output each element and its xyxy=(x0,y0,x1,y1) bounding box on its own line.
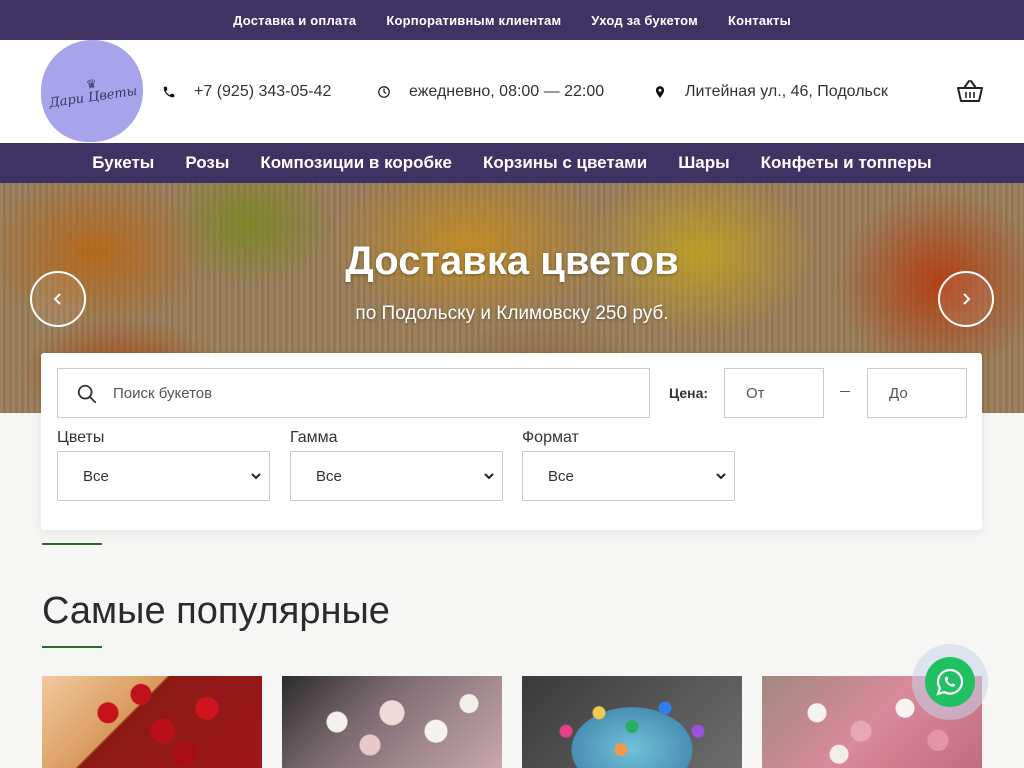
gamma-select-value: Все xyxy=(316,467,342,485)
product-card-image[interactable] xyxy=(282,676,502,768)
top-links-bar: Доставка и оплата Корпоративным клиентам… xyxy=(0,0,1024,40)
format-select-value: Все xyxy=(548,467,574,485)
phone-number: +7 (925) 343-05-42 xyxy=(194,82,332,100)
logo-wordmark: ♛ Дари Цветы xyxy=(46,72,138,111)
whatsapp-button[interactable] xyxy=(925,657,975,707)
nav-item-candies-toppers[interactable]: Конфеты и топперы xyxy=(761,153,932,173)
price-to-box xyxy=(867,368,967,418)
whatsapp-icon xyxy=(936,668,964,696)
address-text: Литейная ул., 46, Подольск xyxy=(685,82,888,100)
price-from-box xyxy=(724,368,824,418)
format-filter-label: Формат xyxy=(522,429,579,446)
price-range-dash xyxy=(840,391,850,392)
header-hours: ежедневно, 08:00 — 22:00 xyxy=(377,40,604,143)
flowers-select-value: Все xyxy=(83,467,109,485)
flowers-select[interactable]: Все xyxy=(57,451,270,501)
search-input[interactable] xyxy=(113,369,633,417)
nav-item-flower-baskets[interactable]: Корзины с цветами xyxy=(483,153,647,173)
section-divider-bottom xyxy=(42,646,102,648)
top-link-contacts[interactable]: Контакты xyxy=(728,13,791,28)
product-card-image[interactable] xyxy=(522,676,742,768)
location-pin-icon xyxy=(655,85,665,98)
chevron-left-icon xyxy=(53,293,61,305)
clock-icon xyxy=(378,85,390,98)
price-from-input[interactable] xyxy=(725,369,823,417)
basket-icon[interactable] xyxy=(956,78,984,104)
hero-subtitle: по Подольску и Климовску 250 руб. xyxy=(355,303,669,324)
chevron-down-icon xyxy=(251,473,261,480)
chevron-right-icon xyxy=(963,293,971,305)
chevron-down-icon xyxy=(716,473,726,480)
price-label: Цена: xyxy=(669,385,709,401)
hero-title: Доставка цветов xyxy=(345,239,679,283)
slider-next-button[interactable] xyxy=(938,271,994,327)
search-box xyxy=(57,368,650,418)
logo[interactable]: ♛ Дари Цветы xyxy=(41,40,143,142)
section-title-popular: Самые популярные xyxy=(42,590,390,632)
gamma-filter-label: Гамма xyxy=(290,429,338,446)
phone-icon xyxy=(163,86,175,97)
top-link-delivery[interactable]: Доставка и оплата xyxy=(233,13,356,28)
slider-prev-button[interactable] xyxy=(30,271,86,327)
section-divider-top xyxy=(42,543,102,545)
header-phone[interactable]: +7 (925) 343-05-42 xyxy=(162,40,331,143)
top-link-care[interactable]: Уход за букетом xyxy=(591,13,698,28)
flowers-filter-label: Цветы xyxy=(57,429,105,446)
search-icon xyxy=(77,384,97,404)
format-select[interactable]: Все xyxy=(522,451,735,501)
product-card-image[interactable] xyxy=(42,676,262,768)
working-hours: ежедневно, 08:00 — 22:00 xyxy=(409,82,605,100)
chevron-down-icon xyxy=(484,473,494,480)
nav-item-roses[interactable]: Розы xyxy=(185,153,229,173)
main-nav: Букеты Розы Композиции в коробке Корзины… xyxy=(0,143,1024,183)
header-address: Литейная ул., 46, Подольск xyxy=(653,40,888,143)
gamma-select[interactable]: Все xyxy=(290,451,503,501)
catalog-filter-panel: Цена: Цветы Все Гамма Все Формат Все xyxy=(41,353,982,530)
nav-item-box-compositions[interactable]: Композиции в коробке xyxy=(260,153,452,173)
nav-item-bouquets[interactable]: Букеты xyxy=(92,153,154,173)
price-to-input[interactable] xyxy=(868,369,966,417)
nav-item-balloons[interactable]: Шары xyxy=(678,153,729,173)
site-header: ♛ Дари Цветы +7 (925) 343-05-42 ежедневн… xyxy=(0,40,1024,143)
top-link-corporate[interactable]: Корпоративным клиентам xyxy=(386,13,561,28)
